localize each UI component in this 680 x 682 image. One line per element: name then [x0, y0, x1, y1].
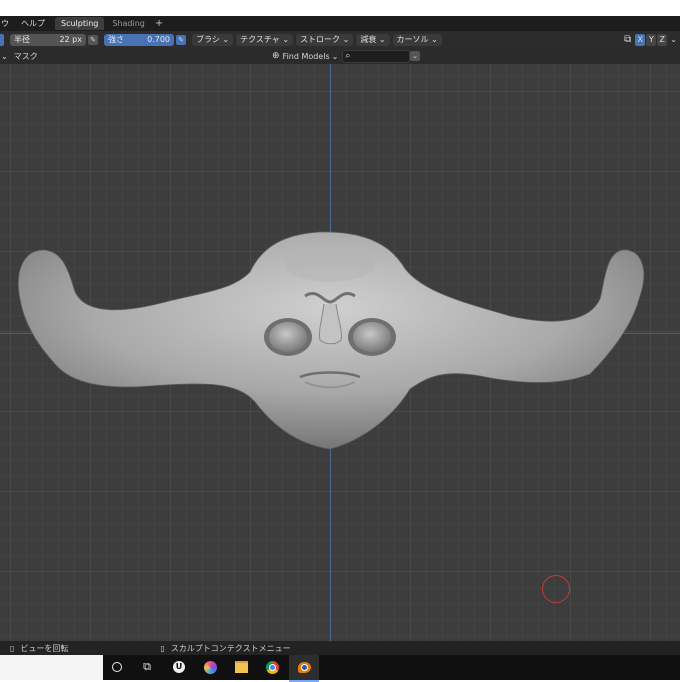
tab-sculpting[interactable]: Sculpting: [55, 17, 105, 30]
windows-taskbar: ⧉ U: [0, 655, 680, 682]
dropdown-stroke[interactable]: ストローク ⌄: [296, 33, 354, 46]
blender-icon[interactable]: [297, 660, 311, 674]
dropdown-falloff[interactable]: 減衰 ⌄: [356, 33, 390, 46]
mouse-icon: ▯: [10, 643, 15, 653]
radius-label: 半径: [14, 34, 30, 44]
cortana-icon[interactable]: [110, 660, 124, 674]
taskbar-search-box[interactable]: [0, 655, 103, 680]
mirror-x-toggle[interactable]: X: [635, 33, 646, 46]
find-models-group: ⊕ Find Models ⌄ ⌕: [272, 49, 411, 63]
symmetry-icon[interactable]: ⧉: [624, 34, 631, 45]
strength-field[interactable]: 強さ 0.700: [104, 33, 174, 46]
3d-viewport[interactable]: [0, 64, 680, 641]
search-icon: ⌕: [345, 51, 351, 61]
chevron-down-icon[interactable]: ⌄: [670, 35, 677, 44]
header-collapse-icon[interactable]: ⌄: [410, 51, 420, 61]
dropdown-texture[interactable]: テクスチャ ⌄: [236, 33, 294, 46]
radius-field[interactable]: 半径 22 px: [10, 33, 86, 46]
status-rotate-view: ビューを回転: [20, 643, 69, 653]
dropdown-brush-label: ブラシ: [196, 34, 220, 44]
menu-item-window[interactable]: ウ: [0, 18, 15, 29]
sculpt-model: [18, 231, 645, 450]
brush-indicator: [0, 33, 4, 46]
dropdown-stroke-label: ストローク: [300, 34, 341, 44]
chrome-icon[interactable]: [265, 660, 279, 674]
find-models-dropdown[interactable]: Find Models: [283, 52, 330, 61]
strength-label: 強さ: [108, 34, 124, 44]
strength-pressure-icon[interactable]: ✎: [176, 34, 186, 45]
brush-cursor-circle: [542, 575, 570, 603]
unreal-engine-icon[interactable]: U: [172, 660, 186, 674]
find-models-chevron-icon[interactable]: ⌄: [332, 52, 339, 61]
dropdown-falloff-label: 減衰: [360, 34, 377, 44]
file-explorer-icon[interactable]: [234, 660, 248, 674]
radius-pressure-icon[interactable]: ✎: [88, 34, 98, 45]
mouse-right-icon: ▯: [160, 643, 165, 653]
dropdown-cursor-label: カーソル: [396, 34, 429, 44]
mirror-z-toggle[interactable]: Z: [657, 33, 668, 46]
dropdown-texture-label: テクスチャ: [240, 34, 280, 44]
tool-settings-bar: 半径 22 px ✎ 強さ 0.700 ✎ ブラシ ⌄ テクスチャ ⌄ ストロー…: [0, 31, 680, 48]
mask-menu[interactable]: マスク: [14, 51, 38, 62]
add-workspace-button[interactable]: +: [155, 18, 163, 29]
task-view-icon[interactable]: ⧉: [140, 660, 154, 674]
dropdown-cursor[interactable]: カーソル ⌄: [392, 33, 442, 46]
mirror-y-toggle[interactable]: Y: [646, 33, 657, 46]
strength-value: 0.700: [147, 34, 170, 44]
chevron-icon[interactable]: ⌄: [1, 52, 8, 61]
menu-item-help[interactable]: ヘルプ: [15, 18, 51, 29]
dropdown-brush[interactable]: ブラシ ⌄: [192, 33, 234, 46]
radius-value: 22 px: [59, 34, 82, 44]
search-input[interactable]: ⌕: [342, 49, 411, 63]
menu-bar: ウ ヘルプ Sculpting Shading +: [0, 16, 680, 31]
tab-shading[interactable]: Shading: [106, 17, 151, 30]
top-band: [0, 0, 680, 16]
globe-icon: ⊕: [272, 51, 280, 61]
status-context-menu: スカルプトコンテクストメニュー: [170, 643, 291, 653]
status-bar: ▯ ビューを回転 ▯ スカルプトコンテクストメニュー: [0, 641, 680, 655]
color-app-icon[interactable]: [203, 660, 217, 674]
